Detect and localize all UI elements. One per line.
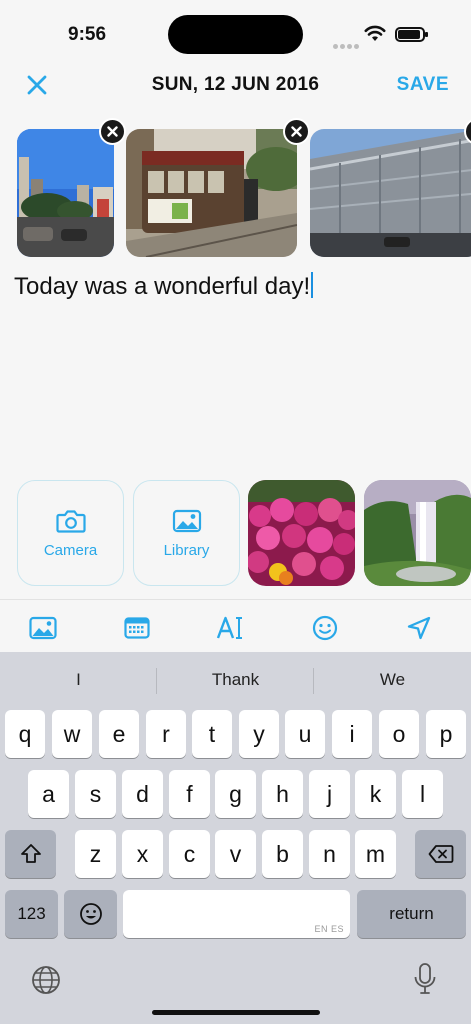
entry-text: Today was a wonderful day! [14, 273, 311, 300]
key[interactable]: r [146, 710, 186, 758]
key[interactable]: g [215, 770, 256, 818]
key[interactable]: n [309, 830, 350, 878]
key[interactable]: b [262, 830, 303, 878]
key[interactable]: u [285, 710, 325, 758]
keyboard: I Thank We q w e r t y u i o p a s d f g… [0, 652, 471, 1024]
text-format-button[interactable] [215, 612, 247, 644]
key[interactable]: m [355, 830, 396, 878]
key[interactable]: a [28, 770, 69, 818]
key[interactable]: f [169, 770, 210, 818]
suggestion-bar: I Thank We [0, 652, 471, 706]
camera-icon [55, 510, 86, 533]
emoji-key[interactable] [64, 890, 117, 938]
remove-photo-button[interactable] [283, 118, 310, 145]
delete-key[interactable] [415, 830, 466, 878]
key[interactable]: v [215, 830, 256, 878]
key[interactable]: k [355, 770, 396, 818]
library-button[interactable]: Library [133, 480, 240, 586]
attached-photo[interactable] [310, 129, 471, 257]
signal-dots-icon [333, 36, 361, 54]
location-button[interactable] [403, 612, 435, 644]
divider [0, 599, 471, 600]
save-button[interactable]: SAVE [397, 74, 449, 96]
emoji-icon [79, 903, 102, 925]
emoji-icon [312, 615, 338, 641]
key[interactable]: d [122, 770, 163, 818]
key[interactable]: z [75, 830, 116, 878]
suggestion-item[interactable]: We [314, 670, 471, 690]
attached-photo[interactable] [126, 129, 297, 257]
attached-photos [0, 118, 471, 263]
camera-button[interactable]: Camera [17, 480, 124, 586]
location-icon [407, 616, 431, 640]
camera-label: Camera [43, 542, 98, 559]
key[interactable]: h [262, 770, 303, 818]
key[interactable]: o [379, 710, 419, 758]
text-caret [311, 272, 314, 298]
key[interactable]: q [5, 710, 45, 758]
key[interactable]: s [75, 770, 116, 818]
remove-photo-button[interactable] [99, 118, 126, 145]
suggestion-item[interactable]: Thank [157, 670, 314, 690]
key[interactable]: p [426, 710, 466, 758]
backspace-icon [428, 845, 453, 863]
image-icon [29, 616, 57, 640]
wifi-icon [364, 25, 386, 41]
key[interactable]: j [309, 770, 350, 818]
language-hint: EN ES [314, 924, 344, 934]
insert-image-button[interactable] [27, 612, 59, 644]
suggestion-item[interactable]: I [0, 670, 157, 690]
keyboard-toggle-button[interactable] [121, 612, 153, 644]
key[interactable]: e [99, 710, 139, 758]
emoji-button[interactable] [309, 612, 341, 644]
dynamic-island [168, 15, 303, 54]
shift-key[interactable] [5, 830, 56, 878]
return-key[interactable]: return [357, 890, 466, 938]
journal-text-area[interactable]: Today was a wonderful day! [14, 272, 314, 301]
key[interactable]: l [402, 770, 443, 818]
text-format-icon [216, 616, 242, 639]
home-indicator [152, 1010, 320, 1015]
media-picker-row: Camera Library [0, 480, 471, 588]
status-bar: 9:56 [0, 0, 471, 62]
key[interactable]: c [169, 830, 210, 878]
close-icon [291, 126, 302, 137]
editor-header: SUN, 12 JUN 2016 SAVE [0, 64, 471, 106]
numbers-key[interactable]: 123 [5, 890, 58, 938]
key[interactable]: y [239, 710, 279, 758]
globe-icon[interactable] [30, 964, 62, 996]
key[interactable]: t [192, 710, 232, 758]
recent-photo-thumbnail[interactable] [364, 480, 471, 586]
microphone-icon[interactable] [412, 962, 438, 996]
space-key[interactable]: EN ES [123, 890, 350, 938]
status-time: 9:56 [68, 24, 107, 45]
key[interactable]: x [122, 830, 163, 878]
key[interactable]: i [332, 710, 372, 758]
attached-photo[interactable] [17, 129, 114, 257]
editor-toolbar [0, 608, 471, 648]
recent-photo-thumbnail[interactable] [248, 480, 355, 586]
library-label: Library [163, 542, 210, 559]
battery-icon [395, 27, 428, 42]
key[interactable]: w [52, 710, 92, 758]
close-icon [107, 126, 118, 137]
keyboard-icon [124, 617, 150, 639]
photo-library-icon [172, 509, 201, 533]
shift-icon [20, 844, 41, 863]
